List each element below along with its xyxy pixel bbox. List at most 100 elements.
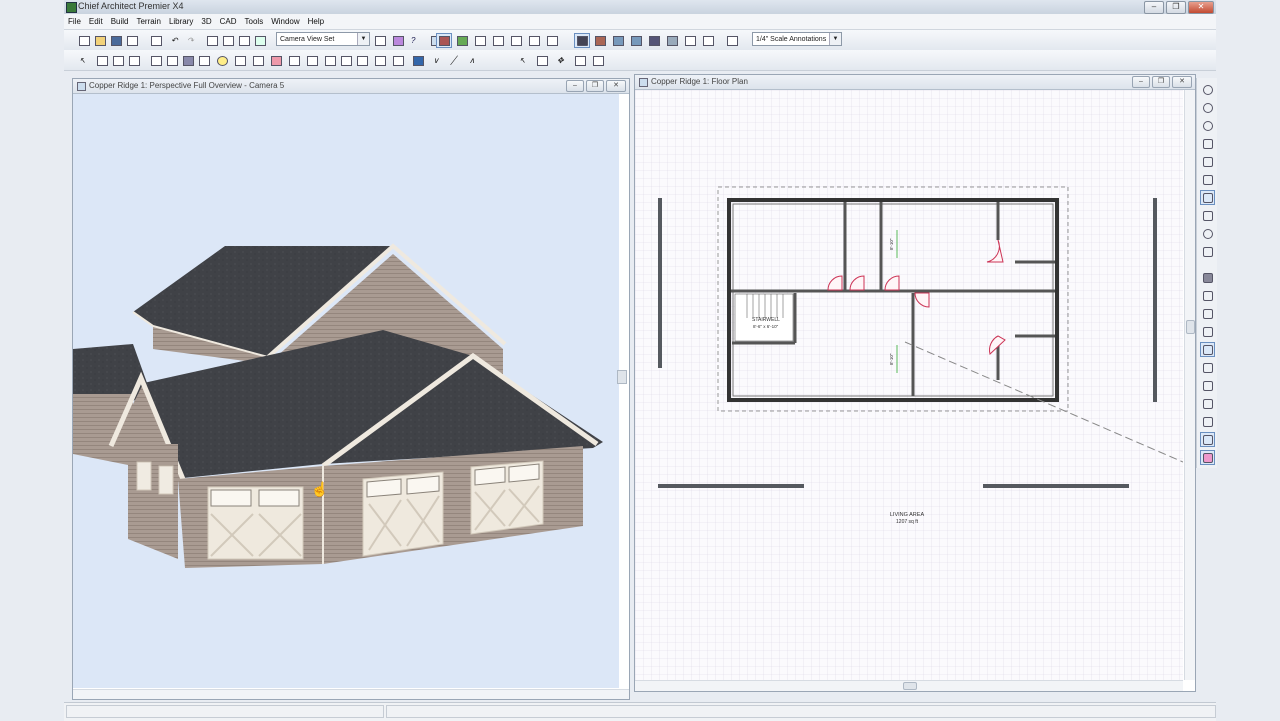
move-icon[interactable] <box>94 53 110 68</box>
perspective-restore-button[interactable]: ❐ <box>586 80 604 92</box>
light-bulb-icon[interactable] <box>214 53 230 68</box>
pan-icon[interactable] <box>1200 190 1215 205</box>
open-folder-icon[interactable] <box>92 33 108 48</box>
menu-help[interactable]: Help <box>304 17 328 26</box>
wall-tool-icon[interactable] <box>148 53 164 68</box>
window-tool-icon[interactable] <box>322 53 338 68</box>
redo-icon[interactable]: ↷ <box>184 33 200 48</box>
house-glass-icon[interactable] <box>664 33 680 48</box>
framing-view-icon[interactable] <box>472 33 488 48</box>
plan-horizontal-scrollbar[interactable] <box>635 680 1183 691</box>
plan-view-icon[interactable] <box>220 33 236 48</box>
menu-tools[interactable]: Tools <box>241 17 268 26</box>
plan-vertical-scrollbar[interactable] <box>1184 90 1195 680</box>
menu-build[interactable]: Build <box>107 17 133 26</box>
perspective-close-button[interactable]: ✕ <box>606 80 626 92</box>
camera-view-set-select[interactable]: Camera View Set ▼ <box>276 32 370 46</box>
fill-window-icon[interactable] <box>1200 136 1215 151</box>
materials-icon[interactable] <box>390 33 406 48</box>
arc-icon[interactable] <box>1200 360 1215 375</box>
dimension-icon[interactable] <box>126 53 142 68</box>
select-pointer-icon[interactable]: ↖ <box>516 53 532 68</box>
plan-hscroll-thumb[interactable] <box>903 682 917 690</box>
roof-view-icon[interactable] <box>436 33 452 48</box>
footprints-icon[interactable] <box>110 53 126 68</box>
zoom-extents-icon[interactable] <box>534 53 550 68</box>
cad-view-icon[interactable] <box>508 33 524 48</box>
plan-close-button[interactable]: ✕ <box>1172 76 1192 88</box>
polyline-icon[interactable] <box>286 53 302 68</box>
floor-plan-window[interactable]: Copper Ridge 1: Floor Plan – ❐ ✕ STAIRWE… <box>634 74 1196 692</box>
house-elevation-icon[interactable] <box>592 33 608 48</box>
layer-icon[interactable] <box>1200 208 1215 223</box>
save-icon[interactable] <box>108 33 124 48</box>
stair-tool-icon[interactable] <box>338 53 354 68</box>
menu-file[interactable]: File <box>64 17 85 26</box>
refresh-icon[interactable] <box>1200 226 1215 241</box>
layer-set-icon[interactable] <box>236 33 252 48</box>
house-vector-icon[interactable] <box>700 33 716 48</box>
section-view-icon[interactable] <box>526 33 542 48</box>
house-camera-icon[interactable] <box>574 33 590 48</box>
menu-window[interactable]: Window <box>267 17 303 26</box>
layer-display-icon[interactable] <box>372 33 388 48</box>
room-tool-icon[interactable] <box>164 53 180 68</box>
material-painter-icon[interactable] <box>232 53 248 68</box>
cabinet-icon[interactable] <box>1200 288 1215 303</box>
new-file-icon[interactable] <box>76 33 92 48</box>
select-arrow-icon[interactable]: ↖ <box>76 53 92 68</box>
cabinet-icon[interactable] <box>250 53 266 68</box>
annotation-set-icon[interactable] <box>724 33 740 48</box>
house-dollhouse-icon[interactable] <box>646 33 662 48</box>
checklist-icon[interactable] <box>252 33 268 48</box>
pan-arrows-icon[interactable]: ✥ <box>554 53 570 68</box>
dimension-icon[interactable] <box>1200 306 1215 321</box>
print-icon[interactable] <box>124 33 140 48</box>
menu-edit[interactable]: Edit <box>85 17 107 26</box>
elevation-icon[interactable] <box>1200 270 1215 285</box>
zoom-in-icon[interactable] <box>1200 100 1215 115</box>
roof-tool-icon[interactable]: ∧ <box>466 53 482 68</box>
garage-icon[interactable] <box>390 53 406 68</box>
print-preview-icon[interactable] <box>148 33 164 48</box>
elevator-icon[interactable] <box>372 53 388 68</box>
door-tool-icon[interactable] <box>354 53 370 68</box>
wall-icon[interactable] <box>1200 244 1215 259</box>
pattern-icon[interactable] <box>1200 450 1215 465</box>
text-icon[interactable] <box>1200 378 1215 393</box>
fixture-icon[interactable] <box>196 53 212 68</box>
perspective-view-window[interactable]: Copper Ridge 1: Perspective Full Overvie… <box>72 78 630 700</box>
grid-icon[interactable] <box>1200 414 1215 429</box>
floor-plan-canvas[interactable]: STAIRWELL 8'-6" x 6'-10" 8'-10" 8'-10" L… <box>635 90 1183 680</box>
slope-view-icon[interactable] <box>544 33 560 48</box>
plan-restore-button[interactable]: ❐ <box>1152 76 1170 88</box>
camera-icon[interactable] <box>180 53 196 68</box>
arrow-icon[interactable] <box>1200 396 1215 411</box>
splitter-handle[interactable] <box>617 370 627 384</box>
measure-icon[interactable] <box>1200 432 1215 447</box>
rotate-icon[interactable] <box>1200 82 1215 97</box>
undo-icon[interactable]: ↶ <box>168 33 184 48</box>
annotation-scale-select[interactable]: 1/4" Scale Annotations ▼ <box>752 32 842 46</box>
help-icon[interactable]: ? <box>408 33 424 48</box>
close-button[interactable]: ✕ <box>1188 1 1214 14</box>
plan-vscroll-thumb[interactable] <box>1186 320 1195 334</box>
chevron-tool-icon[interactable]: ∨ <box>430 53 446 68</box>
restore-button[interactable]: ❐ <box>1166 1 1186 14</box>
electrical-view-icon[interactable] <box>490 33 506 48</box>
garage-door-1[interactable] <box>207 486 304 560</box>
transform-icon[interactable] <box>572 53 588 68</box>
house-perspective-icon[interactable] <box>628 33 644 48</box>
zoom-out-icon[interactable] <box>1200 118 1215 133</box>
menu-terrain[interactable]: Terrain <box>132 17 164 26</box>
menu-library[interactable]: Library <box>165 17 197 26</box>
fit-icon[interactable] <box>1200 154 1215 169</box>
terrain-view-icon[interactable] <box>454 33 470 48</box>
slab-icon[interactable] <box>410 53 426 68</box>
select-hand-icon[interactable] <box>204 33 220 48</box>
garage-door-2[interactable] <box>362 471 444 557</box>
menu-cad[interactable]: CAD <box>216 17 241 26</box>
house-overview-icon[interactable] <box>610 33 626 48</box>
pencil-icon[interactable] <box>268 53 284 68</box>
mirror-icon[interactable] <box>590 53 606 68</box>
